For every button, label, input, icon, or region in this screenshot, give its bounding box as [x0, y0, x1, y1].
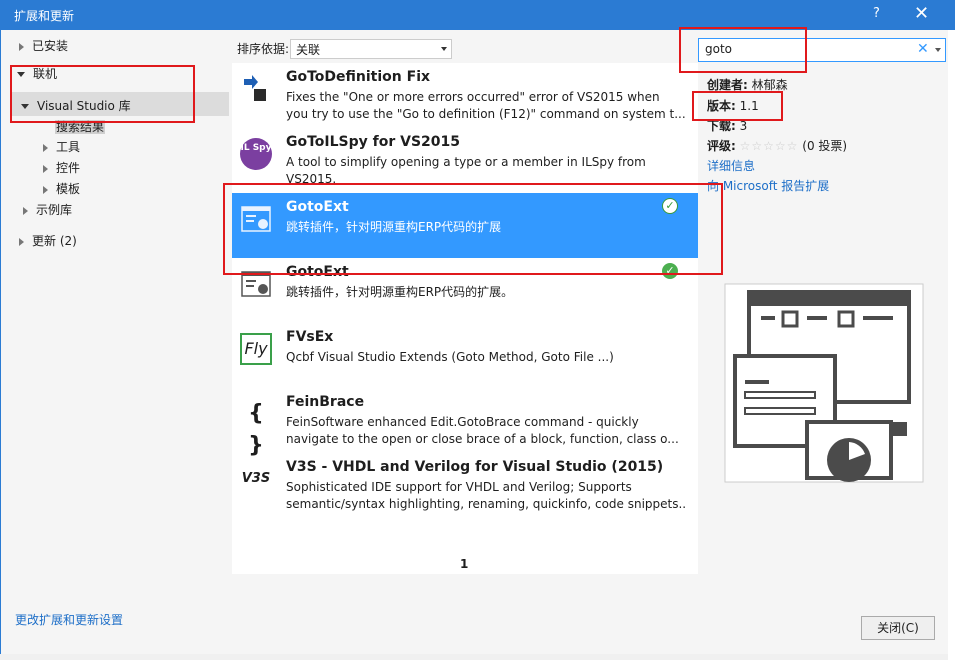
- annotation-box: [679, 27, 807, 73]
- nav-samples-label: 示例库: [36, 203, 73, 217]
- background-window-edge: [948, 30, 955, 660]
- clear-search-icon[interactable]: ✕: [917, 41, 929, 57]
- item-name: FVsEx: [286, 329, 334, 345]
- extension-preview-image: [724, 283, 924, 483]
- star-rating-icon: ☆☆☆☆☆: [739, 139, 799, 153]
- item-name: GoToDefinition Fix: [286, 69, 431, 85]
- close-button[interactable]: 关闭(C): [861, 616, 935, 640]
- downloads-label: 下载:: [707, 119, 736, 133]
- list-item[interactable]: { } FeinBrace FeinSoftware enhanced Edit…: [232, 388, 698, 458]
- annotation-box: [692, 91, 783, 121]
- sort-label: 排序依据:: [237, 42, 290, 56]
- nav-controls[interactable]: 控件: [43, 158, 80, 178]
- expand-arrow-icon: [19, 42, 24, 51]
- item-desc: Qcbf Visual Studio Extends (Goto Method,…: [286, 349, 686, 366]
- nav-installed-label: 已安装: [32, 39, 69, 53]
- braces-icon: { }: [248, 401, 264, 458]
- settings-link[interactable]: 更改扩展和更新设置: [15, 611, 123, 628]
- list-item[interactable]: GoToDefinition Fix Fixes the "One or mor…: [232, 63, 698, 128]
- window-title: 扩展和更新: [14, 9, 75, 23]
- expand-arrow-icon: [23, 206, 28, 215]
- downloads-value: 3: [739, 119, 748, 133]
- ilspy-icon: IL Spy: [240, 138, 272, 170]
- chevron-down-icon[interactable]: [935, 48, 941, 52]
- author-value: 林郁森: [751, 78, 788, 92]
- item-desc-line: navigate to the open or close brace of a…: [286, 432, 679, 446]
- item-desc-line: A tool to simplify opening a type or a m…: [286, 155, 646, 169]
- nav-updates[interactable]: 更新 (2): [19, 231, 77, 251]
- item-desc-line: 跳转插件，针对明源重构ERP代码的扩展。: [286, 285, 514, 299]
- fly-icon: Fly: [240, 333, 272, 365]
- rating-label: 评级:: [707, 139, 736, 153]
- item-desc-line: Fixes the "One or more errors occurred" …: [286, 90, 660, 104]
- v3s-icon: V3S: [241, 471, 271, 486]
- help-button[interactable]: ?: [873, 6, 880, 21]
- item-desc-line: Qcbf Visual Studio Extends (Goto Method,…: [286, 350, 614, 364]
- nav-templates[interactable]: 模板: [43, 179, 80, 199]
- sort-dropdown[interactable]: 关联: [290, 39, 452, 59]
- list-item[interactable]: V3S V3S - VHDL and Verilog for Visual St…: [232, 453, 698, 518]
- item-desc: 跳转插件，针对明源重构ERP代码的扩展。: [286, 284, 686, 301]
- item-desc-line: Sophisticated IDE support for VHDL and V…: [286, 480, 632, 494]
- arrow-doc-icon: [244, 75, 266, 101]
- item-desc: Fixes the "One or more errors occurred" …: [286, 89, 686, 123]
- annotation-box: [10, 65, 195, 123]
- more-info-link[interactable]: 详细信息: [707, 157, 755, 174]
- expand-arrow-icon: [19, 237, 24, 246]
- item-desc: FeinSoftware enhanced Edit.GotoBrace com…: [286, 414, 686, 448]
- item-name: GoToILSpy for VS2015: [286, 134, 461, 150]
- chevron-down-icon: [441, 47, 447, 51]
- nav-templates-label: 模板: [56, 182, 81, 196]
- results-list: GoToDefinition Fix Fixes the "One or mor…: [232, 63, 698, 574]
- item-desc-line: semantic/syntax highlighting, renaming, …: [286, 497, 686, 511]
- close-window-button[interactable]: ✕: [914, 3, 929, 24]
- detail-rating: 评级: ☆☆☆☆☆ (0 投票): [707, 137, 847, 154]
- item-name: V3S - VHDL and Verilog for Visual Studio…: [286, 459, 664, 475]
- nav-tools-label: 工具: [56, 140, 81, 154]
- item-desc-line: you try to use the "Go to definition (F1…: [286, 107, 686, 121]
- item-desc-line: FeinSoftware enhanced Edit.GotoBrace com…: [286, 415, 639, 429]
- votes-value: (0 投票): [802, 139, 848, 153]
- nav-updates-label: 更新 (2): [32, 234, 77, 248]
- nav-tools[interactable]: 工具: [43, 137, 80, 157]
- nav-installed[interactable]: 已安装: [19, 36, 68, 56]
- report-extension-link[interactable]: 向 Microsoft 报告扩展: [707, 177, 829, 194]
- expand-arrow-icon: [43, 164, 48, 173]
- item-name: FeinBrace: [286, 394, 365, 410]
- nav-samples[interactable]: 示例库: [23, 200, 72, 220]
- list-item[interactable]: Fly FVsEx Qcbf Visual Studio Extends (Go…: [232, 323, 698, 388]
- expand-arrow-icon: [43, 185, 48, 194]
- author-label: 创建者:: [707, 78, 748, 92]
- sort-value: 关联: [296, 43, 321, 57]
- nav-controls-label: 控件: [56, 161, 81, 175]
- title-bar: 扩展和更新 ? ✕: [0, 0, 955, 30]
- annotation-box: [223, 183, 723, 275]
- page-number[interactable]: 1: [460, 557, 468, 571]
- dialog-body: 已安装 联机 Visual Studio 库 搜索结果 工具 控件 模板 示例库…: [0, 30, 950, 654]
- expand-arrow-icon: [43, 143, 48, 152]
- item-desc: Sophisticated IDE support for VHDL and V…: [286, 479, 686, 513]
